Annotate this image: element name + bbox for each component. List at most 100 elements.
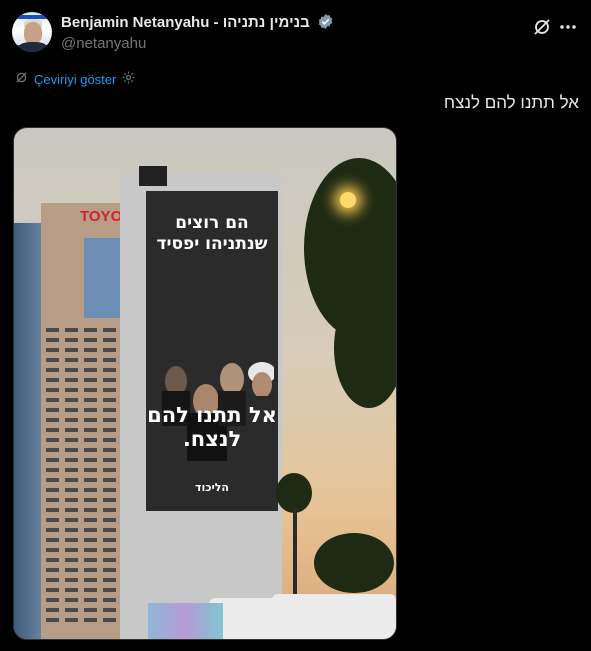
building-window <box>65 538 78 542</box>
building-window <box>84 458 97 462</box>
tweet-text: אל תתנו להם לנצח <box>443 93 579 112</box>
building-window <box>103 368 116 372</box>
building-window <box>46 478 59 482</box>
author-name-line[interactable]: Benjamin Netanyahu - בנימין נתניהו <box>61 13 334 34</box>
building-window <box>65 338 78 342</box>
building-window <box>84 588 97 592</box>
graffiti-wall <box>148 603 223 639</box>
building-window <box>46 548 59 552</box>
building-window <box>103 448 116 452</box>
building-window <box>46 558 59 562</box>
palm-tree <box>276 473 312 513</box>
building-window <box>46 348 59 352</box>
building-window <box>46 598 59 602</box>
building-window <box>84 438 97 442</box>
building-window <box>65 528 78 532</box>
building-window <box>103 418 116 422</box>
verified-badge-icon[interactable] <box>317 13 334 34</box>
building-window <box>103 558 116 562</box>
building-window <box>84 558 97 562</box>
building-window <box>46 328 59 332</box>
building-window <box>46 428 59 432</box>
building-window <box>84 508 97 512</box>
tweet-media-photo[interactable]: TOYO הם רוצים שנתניהו יפסיד אל תתנו להם … <box>13 127 397 640</box>
tree <box>334 288 396 408</box>
building-window <box>103 388 116 392</box>
building-window <box>46 378 59 382</box>
building-window <box>46 418 59 422</box>
building-window <box>65 598 78 602</box>
building-window <box>103 498 116 502</box>
billboard-headline: הם רוצים שנתניהו יפסיד <box>156 213 268 254</box>
building-window <box>46 508 59 512</box>
building-window <box>84 358 97 362</box>
show-translation-link[interactable]: Çeviriyi göster <box>34 72 116 87</box>
building-window <box>84 498 97 502</box>
building-window <box>103 408 116 412</box>
building-window <box>65 388 78 392</box>
toyota-sign: TOYO <box>80 208 122 226</box>
building-window <box>46 518 59 522</box>
building-window <box>65 418 78 422</box>
building-window <box>65 438 78 442</box>
building-glass-panel <box>84 238 120 318</box>
building-window <box>65 458 78 462</box>
building-window <box>84 328 97 332</box>
building-window <box>84 468 97 472</box>
building-window <box>46 578 59 582</box>
avatar-suit <box>17 42 49 52</box>
building-window <box>84 338 97 342</box>
grok-icon[interactable] <box>531 16 553 38</box>
tree <box>314 533 394 593</box>
more-options-icon[interactable] <box>557 16 579 38</box>
building-window <box>103 578 116 582</box>
avatar[interactable] <box>12 12 52 52</box>
building-window <box>84 538 97 542</box>
building-window <box>84 348 97 352</box>
building-window <box>65 448 78 452</box>
building-window <box>84 388 97 392</box>
building-window <box>103 358 116 362</box>
building-window <box>103 328 116 332</box>
building-window <box>65 518 78 522</box>
tower-crown <box>139 166 167 186</box>
author-name[interactable]: Benjamin Netanyahu - בנימין נתניהו <box>61 14 310 31</box>
building-window <box>65 508 78 512</box>
building-window <box>46 338 59 342</box>
building-window <box>103 548 116 552</box>
building-window <box>65 548 78 552</box>
building-window <box>46 448 59 452</box>
building-window <box>103 518 116 522</box>
building-window <box>65 498 78 502</box>
building-window <box>65 428 78 432</box>
building-window <box>103 438 116 442</box>
building-window <box>84 548 97 552</box>
white-van <box>272 594 396 639</box>
building-window <box>46 528 59 532</box>
author-handle[interactable]: @netanyahu <box>61 35 146 52</box>
building-window <box>84 618 97 622</box>
translate-row: Çeviriyi göster <box>14 70 136 88</box>
building-window <box>103 338 116 342</box>
building-window <box>84 478 97 482</box>
building-window <box>103 458 116 462</box>
avatar-face <box>24 22 42 44</box>
building-window <box>103 508 116 512</box>
building-window <box>84 608 97 612</box>
building-window <box>103 348 116 352</box>
building-window <box>103 608 116 612</box>
gear-icon[interactable] <box>121 70 136 88</box>
building-window <box>103 618 116 622</box>
building-window <box>65 488 78 492</box>
building-window <box>103 468 116 472</box>
campaign-billboard: הם רוצים שנתניהו יפסיד אל תתנו להם לנצח.… <box>146 191 278 511</box>
building-window <box>84 378 97 382</box>
building-window <box>46 358 59 362</box>
building-window <box>84 488 97 492</box>
building-window <box>65 358 78 362</box>
building-window <box>65 348 78 352</box>
billboard-logo: הליכוד <box>195 481 229 494</box>
building-window <box>46 468 59 472</box>
building-window <box>84 368 97 372</box>
building-window <box>46 588 59 592</box>
